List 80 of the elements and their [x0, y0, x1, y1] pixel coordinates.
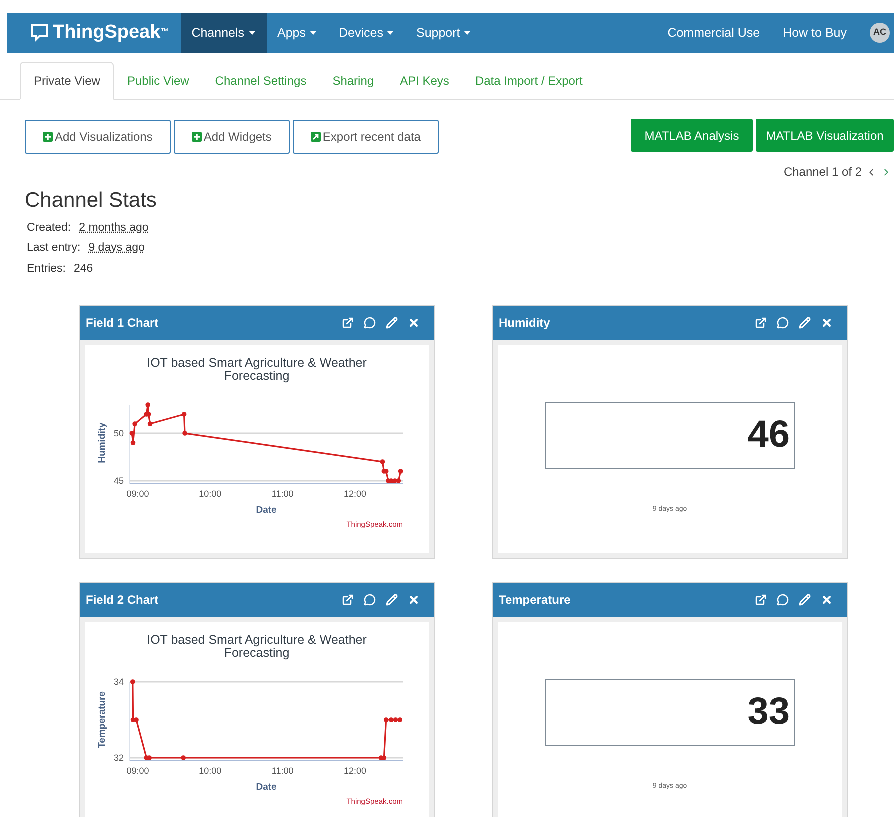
stat-label: Last entry: — [27, 241, 81, 256]
user-avatar[interactable]: AC — [870, 23, 890, 43]
numeric-value: 33 — [748, 690, 790, 735]
external-link-icon[interactable] — [342, 316, 354, 329]
point — [146, 402, 151, 408]
point — [182, 430, 188, 436]
tab[interactable]: Sharing — [320, 62, 388, 100]
close-icon[interactable] — [408, 594, 420, 606]
comment-icon[interactable] — [364, 594, 376, 606]
speech-bubble-icon — [31, 24, 49, 42]
close-icon[interactable] — [821, 594, 833, 606]
action-button[interactable]: Add Visualizations — [25, 120, 171, 154]
card-title: Temperature — [499, 592, 571, 609]
stat-value: 9 days ago — [88, 241, 145, 256]
tab[interactable]: API Keys — [387, 62, 462, 100]
point — [396, 478, 402, 484]
nav-menu-item[interactable]: Apps — [266, 13, 328, 53]
edit-icon[interactable] — [386, 316, 398, 329]
chart-title: IOT based Smart Agriculture & Weather Forecasting — [147, 632, 367, 660]
card-title: Humidity — [499, 314, 550, 332]
card-title: Field 2 Chart — [86, 592, 159, 609]
plus-icon — [43, 132, 53, 142]
comment-icon[interactable] — [364, 316, 376, 329]
point — [182, 412, 187, 417]
numeric-value: 46 — [748, 412, 790, 458]
x-tick-label: 09:00 — [126, 766, 150, 776]
matlab-button[interactable]: MATLAB Analysis — [631, 119, 753, 152]
card-title: Field 1 Chart — [86, 314, 159, 332]
page-heading: Channel Stats — [25, 188, 158, 214]
stat-label: Entries: — [27, 262, 66, 276]
channel-pager-text: Channel 1 of 2 — [784, 164, 862, 181]
x-tick-label: 12:00 — [344, 488, 366, 499]
comment-icon[interactable] — [777, 316, 789, 329]
nav-menu-item[interactable]: Channels — [180, 13, 267, 53]
y-tick-label: 34 — [114, 676, 124, 687]
external-link-icon[interactable] — [755, 594, 767, 606]
x-tick-label: 09:00 — [126, 488, 150, 499]
nav-menu-item[interactable]: Devices — [328, 13, 406, 53]
x-tick-label: 10:00 — [199, 488, 222, 499]
nav-link[interactable]: How to Buy — [783, 24, 847, 42]
external-link-icon[interactable] — [342, 594, 354, 606]
edit-icon[interactable] — [799, 594, 811, 606]
nav-link[interactable]: Commercial Use — [668, 24, 760, 42]
matlab-button[interactable]: MATLAB Visualization — [756, 119, 894, 152]
tab[interactable]: Channel Settings — [202, 62, 320, 100]
stat-value: 246 — [74, 262, 94, 276]
plus-icon — [192, 132, 202, 142]
tab[interactable]: Data Import / Export — [462, 62, 596, 100]
x-tick-label: 10:00 — [199, 766, 222, 776]
tab[interactable]: Private View — [20, 62, 114, 100]
stat-label: Created: — [27, 221, 72, 236]
y-tick-label: 32 — [114, 752, 124, 763]
point — [130, 440, 136, 446]
y-tick-label: 45 — [114, 476, 124, 486]
tab[interactable]: Public View — [114, 62, 202, 100]
comment-icon[interactable] — [777, 594, 789, 606]
x-axis-title: Date — [256, 504, 277, 516]
point — [132, 421, 138, 426]
edit-icon[interactable] — [799, 316, 811, 329]
brand-logo[interactable]: ThingSpeak$^{™}$ — [53, 18, 169, 48]
close-icon[interactable] — [821, 316, 833, 329]
y-axis-title: Humidity — [97, 422, 108, 464]
x-tick-label: 11:00 — [272, 488, 294, 499]
action-button[interactable]: Add Widgets — [174, 120, 290, 154]
x-tick-label: 11:00 — [272, 766, 294, 776]
nav-menu-item[interactable]: Support — [405, 13, 482, 53]
x-axis-title: Date — [256, 782, 277, 793]
edit-icon[interactable] — [386, 594, 398, 606]
close-icon[interactable] — [408, 316, 420, 329]
y-tick-label: 50 — [114, 428, 124, 438]
action-button[interactable]: Export recent data — [292, 120, 439, 154]
chart-title: IOT based Smart Agriculture & Weather Forecasting — [147, 356, 367, 383]
arrow-icon — [310, 132, 321, 142]
point — [398, 468, 404, 474]
point — [380, 459, 386, 464]
point — [148, 421, 153, 426]
y-axis-title: Temperature — [97, 691, 108, 748]
stat-value: 2 months ago — [79, 221, 149, 236]
x-tick-label: 12:00 — [344, 766, 366, 776]
external-link-icon[interactable] — [755, 316, 767, 329]
